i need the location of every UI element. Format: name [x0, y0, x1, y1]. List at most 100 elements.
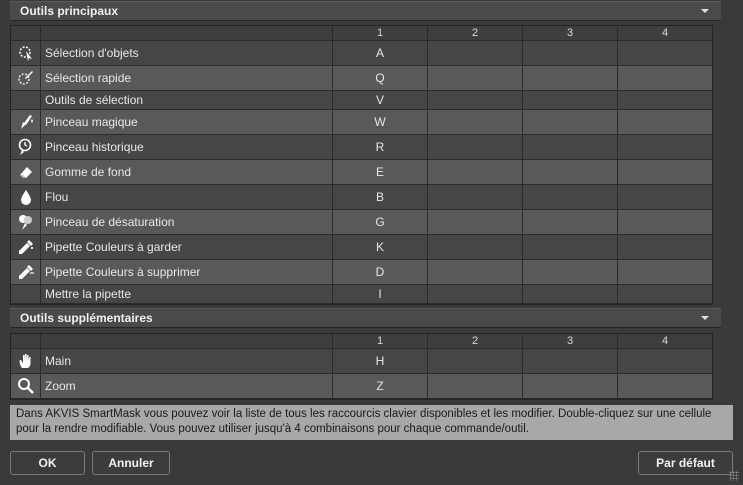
column-header: 2 [428, 334, 523, 348]
quick-selection-icon [11, 66, 41, 90]
shortcut-cell[interactable] [428, 66, 523, 90]
table-row[interactable]: Flou B [11, 185, 712, 210]
table-row[interactable]: Sélection rapide Q [11, 66, 712, 91]
eyedropper-remove-icon [11, 260, 41, 284]
shortcut-cell[interactable] [618, 374, 712, 398]
shortcut-cell[interactable] [523, 374, 618, 398]
column-header: 3 [523, 334, 618, 348]
column-header: 2 [428, 26, 523, 40]
tool-name: Sélection rapide [41, 66, 333, 90]
shortcut-cell[interactable] [523, 135, 618, 159]
chevron-down-icon[interactable] [701, 9, 709, 13]
shortcut-cell[interactable]: V [333, 91, 428, 109]
shortcut-cell[interactable]: Z [333, 374, 428, 398]
shortcut-cell[interactable] [523, 160, 618, 184]
tool-name: Pipette Couleurs à supprimer [41, 260, 333, 284]
tool-name: Zoom [41, 374, 333, 398]
shortcut-cell[interactable] [428, 41, 523, 65]
shortcut-cell[interactable]: E [333, 160, 428, 184]
tool-name: Mettre la pipette [41, 285, 333, 303]
shortcut-cell[interactable]: D [333, 260, 428, 284]
zoom-icon [11, 374, 41, 398]
shortcut-cell[interactable] [618, 91, 712, 109]
shortcut-cell[interactable] [618, 235, 712, 259]
shortcut-cell[interactable] [523, 285, 618, 303]
shortcut-cell[interactable] [523, 91, 618, 109]
shortcut-cell[interactable] [428, 210, 523, 234]
shortcut-cell[interactable] [523, 185, 618, 209]
shortcut-cell[interactable] [523, 66, 618, 90]
tool-name: Pipette Couleurs à garder [41, 235, 333, 259]
tool-name: Flou [41, 185, 333, 209]
shortcut-cell[interactable]: A [333, 41, 428, 65]
shortcut-cell[interactable] [428, 185, 523, 209]
shortcut-cell[interactable] [618, 285, 712, 303]
table-header-row: 1 2 3 4 [11, 26, 712, 41]
column-header: 1 [333, 334, 428, 348]
column-header: 3 [523, 26, 618, 40]
shortcut-cell[interactable] [428, 110, 523, 134]
shortcut-cell[interactable] [618, 210, 712, 234]
tool-name: Pinceau historique [41, 135, 333, 159]
shortcut-cell[interactable] [428, 374, 523, 398]
column-header: 1 [333, 26, 428, 40]
table-row[interactable]: Pipette Couleurs à garder K [11, 235, 712, 260]
shortcut-table-extra: 1 2 3 4 Main H Zoom Z [10, 333, 713, 400]
table-header-row: 1 2 3 4 [11, 334, 712, 349]
shortcut-cell[interactable] [618, 66, 712, 90]
table-row[interactable]: Outils de sélection V [11, 91, 712, 110]
shortcut-cell[interactable] [618, 260, 712, 284]
shortcut-cell[interactable]: K [333, 235, 428, 259]
shortcut-cell[interactable] [618, 160, 712, 184]
tool-name: Pinceau magique [41, 110, 333, 134]
shortcut-cell[interactable] [618, 349, 712, 373]
table-row[interactable]: Sélection d'objets A [11, 41, 712, 66]
shortcut-cell[interactable] [523, 260, 618, 284]
shortcut-cell[interactable] [428, 135, 523, 159]
shortcut-cell[interactable] [523, 235, 618, 259]
table-row[interactable]: Main H [11, 349, 712, 374]
shortcut-cell[interactable] [428, 285, 523, 303]
chevron-down-icon[interactable] [701, 316, 709, 320]
table-row[interactable]: Zoom Z [11, 374, 712, 399]
shortcut-cell[interactable] [618, 185, 712, 209]
table-row[interactable]: Pinceau historique R [11, 135, 712, 160]
table-row[interactable]: Pipette Couleurs à supprimer D [11, 260, 712, 285]
tool-name: Main [41, 349, 333, 373]
column-header: 4 [661, 335, 669, 347]
table-row[interactable]: Pinceau de désaturation G [11, 210, 712, 235]
shortcut-cell[interactable] [428, 160, 523, 184]
shortcut-cell[interactable]: B [333, 185, 428, 209]
shortcut-cell[interactable]: W [333, 110, 428, 134]
shortcut-cell[interactable] [523, 349, 618, 373]
shortcut-cell[interactable] [523, 210, 618, 234]
shortcut-cell[interactable]: G [333, 210, 428, 234]
shortcut-cell[interactable] [428, 91, 523, 109]
shortcut-cell[interactable]: I [333, 285, 428, 303]
shortcut-cell[interactable] [428, 235, 523, 259]
ok-button[interactable]: OK [10, 451, 85, 475]
table-row[interactable]: Gomme de fond E [11, 160, 712, 185]
section-header-extra-tools[interactable]: Outils supplémentaires [10, 308, 721, 328]
shortcut-cell[interactable] [428, 260, 523, 284]
blur-drop-icon [11, 185, 41, 209]
shortcut-cell[interactable]: H [333, 349, 428, 373]
shortcut-cell[interactable] [618, 41, 712, 65]
shortcut-cell[interactable] [618, 110, 712, 134]
table-row[interactable]: Mettre la pipette I [11, 285, 712, 304]
shortcut-cell[interactable] [523, 41, 618, 65]
shortcut-cell[interactable]: R [333, 135, 428, 159]
shortcut-cell[interactable] [523, 110, 618, 134]
shortcut-cell[interactable]: Q [333, 66, 428, 90]
shortcut-cell[interactable] [428, 349, 523, 373]
history-brush-icon [11, 135, 41, 159]
cancel-button[interactable]: Annuler [92, 451, 170, 475]
tool-name: Pinceau de désaturation [41, 210, 333, 234]
section-header-main-tools[interactable]: Outils principaux [10, 1, 721, 21]
default-button[interactable]: Par défaut [638, 451, 733, 475]
section-title: Outils principaux [20, 4, 119, 18]
column-header: 4 [661, 27, 669, 39]
resize-grip[interactable] [729, 471, 739, 481]
table-row[interactable]: Pinceau magique W [11, 110, 712, 135]
shortcut-cell[interactable] [618, 135, 712, 159]
